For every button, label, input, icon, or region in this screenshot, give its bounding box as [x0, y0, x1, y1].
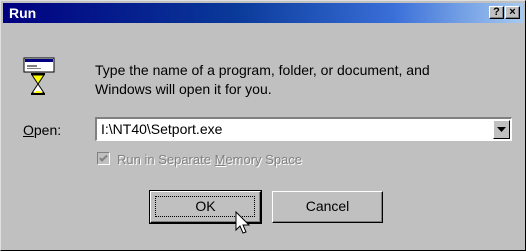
separate-memory-label: Run in Separate Memory Space: [117, 152, 302, 167]
help-icon: ?: [493, 6, 500, 18]
open-label-text: pen:: [33, 122, 62, 138]
dropdown-button[interactable]: [493, 120, 510, 139]
checkbox-label-part2: emory Space: [225, 152, 303, 167]
close-icon: ×: [509, 6, 516, 18]
open-label-accelerator: O: [23, 122, 34, 138]
open-label: Open:: [23, 122, 61, 138]
checkbox-label-accelerator: M: [214, 152, 226, 167]
separate-memory-checkbox[interactable]: [97, 152, 110, 165]
run-hourglass-icon: [23, 57, 55, 95]
chevron-down-icon: [497, 127, 506, 132]
checkmark-icon: [99, 154, 108, 162]
close-button[interactable]: ×: [505, 6, 520, 19]
cancel-button-label: Cancel: [305, 198, 350, 214]
open-input[interactable]: I:\NT40\Setport.exe: [101, 121, 222, 137]
description-line-1: Type the name of a program, folder, or d…: [95, 62, 430, 78]
cancel-button[interactable]: Cancel: [272, 191, 383, 223]
checkbox-label-part1: Run in Separate: [117, 152, 215, 167]
ok-button-label: OK: [195, 198, 216, 214]
description-line-2: Windows will open it for you.: [95, 81, 272, 97]
help-button[interactable]: ?: [489, 6, 504, 19]
dialog-description: Type the name of a program, folder, or d…: [95, 61, 505, 99]
open-combobox[interactable]: I:\NT40\Setport.exe: [95, 117, 512, 141]
window-title: Run: [9, 5, 37, 21]
run-dialog: Run ? × Type the name of a program, fold…: [0, 0, 526, 251]
mouse-pointer-icon: [235, 211, 251, 234]
title-bar[interactable]: Run ? ×: [3, 3, 523, 23]
